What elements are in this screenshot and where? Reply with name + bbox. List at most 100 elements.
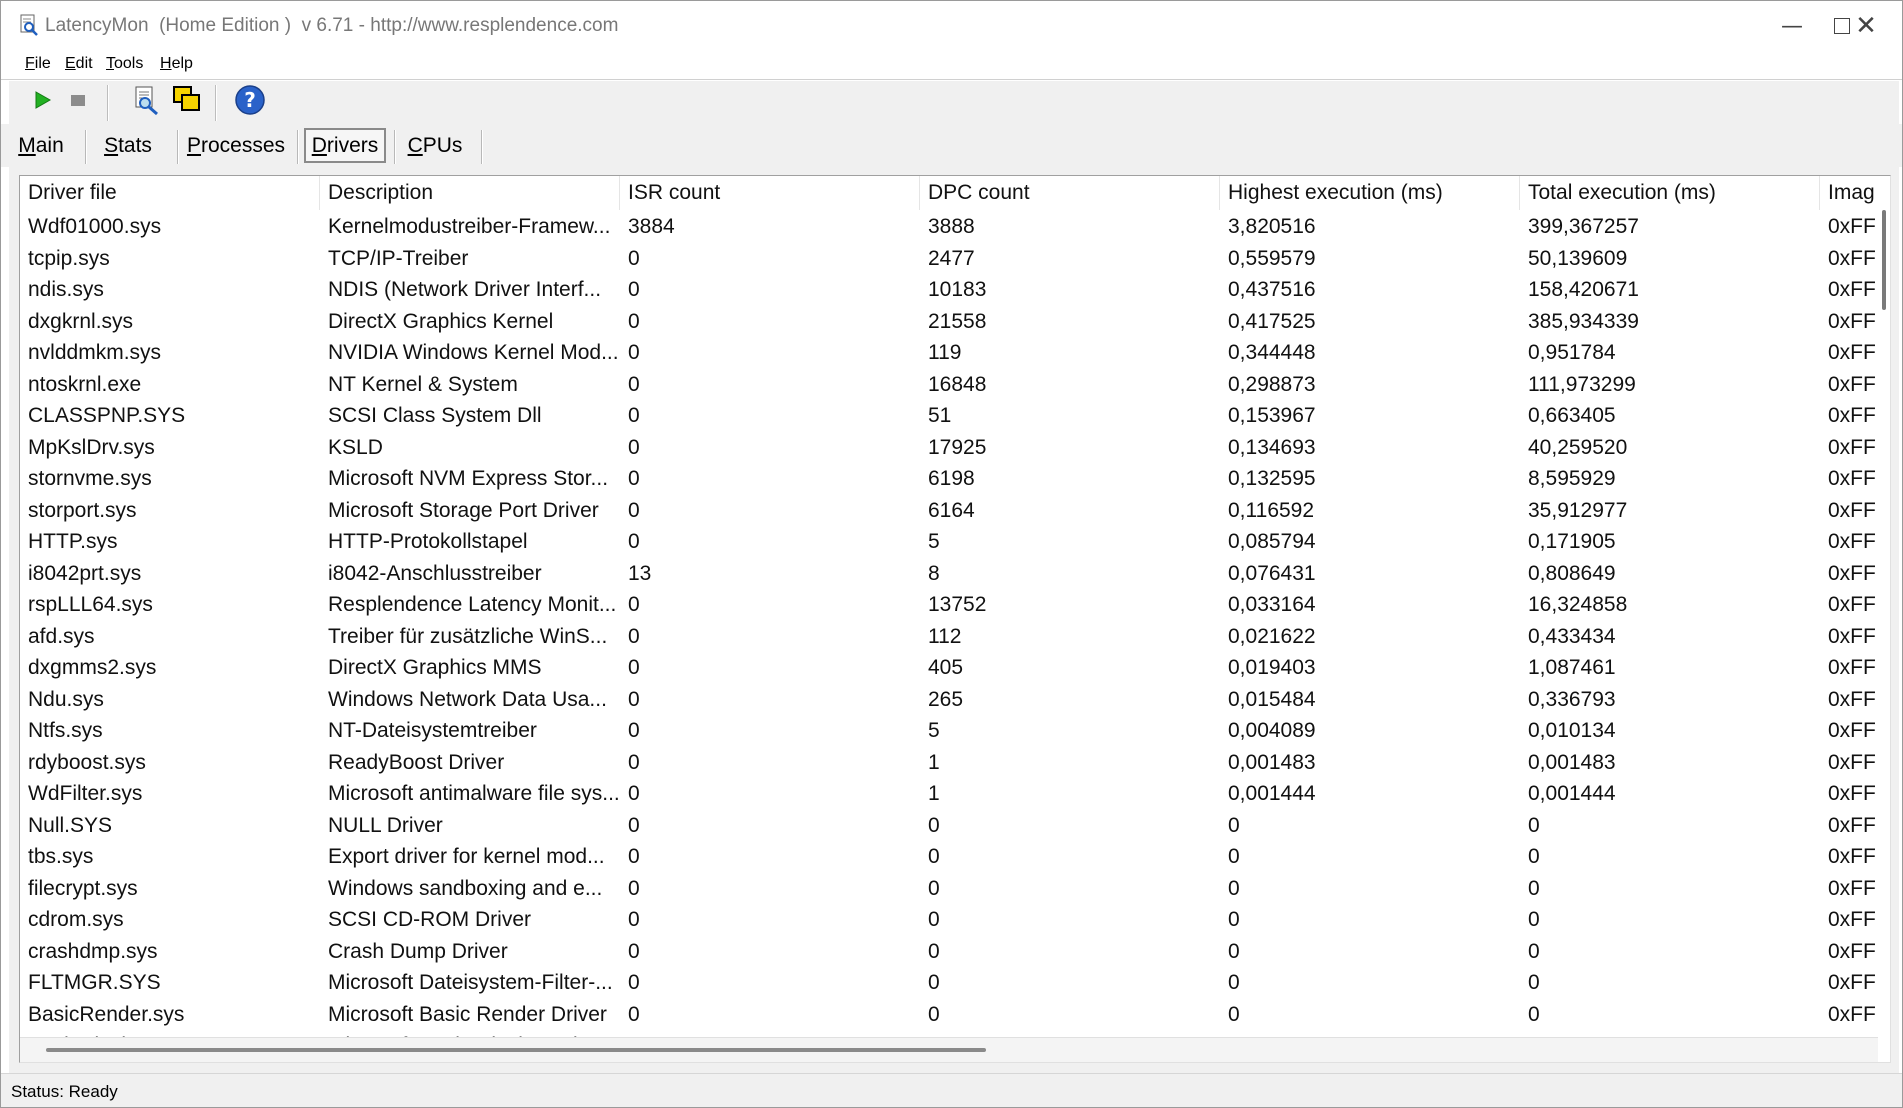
isr-count-cell: 0 xyxy=(628,372,640,396)
table-row[interactable]: stornvme.sys Microsoft NVM Express Stor..… xyxy=(20,463,1880,495)
isr-count-cell: 0 xyxy=(628,908,640,931)
isr-count-cell: 0 xyxy=(628,1002,640,1026)
help-button[interactable]: ? xyxy=(233,84,267,119)
horizontal-scrollbar[interactable] xyxy=(20,1037,1878,1062)
table-row[interactable]: FLTMGR.SYS Microsoft Dateisystem-Filter-.… xyxy=(20,967,1880,999)
image-base-cell: 0xFF xyxy=(1828,435,1876,459)
stop-button[interactable] xyxy=(61,85,95,119)
highest-execution-cell: 0,134693 xyxy=(1228,435,1316,459)
tab-drivers[interactable]: Drivers xyxy=(304,128,386,163)
table-row[interactable]: HTTP.sys HTTP-Protokollstapel 0 5 0,085794 0,… xyxy=(20,526,1880,558)
windows-button[interactable] xyxy=(170,85,204,119)
tab-separator xyxy=(297,130,298,164)
menu-file[interactable]: File xyxy=(25,55,51,73)
tab-separator xyxy=(394,130,395,164)
horizontal-scroll-thumb[interactable] xyxy=(46,1048,986,1052)
highest-execution-cell: 3,820516 xyxy=(1228,215,1316,238)
table-row[interactable]: BasicDisplay.sysMicrosoft Basic Display … xyxy=(20,1030,1880,1037)
table-row[interactable]: tcpip.sys TCP/IP-Treiber 0 2477 0,559579 50,1… xyxy=(20,243,1880,275)
tab-separator xyxy=(481,130,482,164)
highest-execution-cell: 0 xyxy=(1228,908,1240,931)
image-base-cell: 0xFF xyxy=(1828,372,1876,396)
table-row[interactable]: tbs.sys Export driver for kernel mod... 0 0… xyxy=(20,841,1880,873)
image-base-cell: 0xFF xyxy=(1828,498,1876,522)
driver-file-cell: afd.sys xyxy=(28,624,95,648)
column-header[interactable]: DPC count xyxy=(920,176,1220,210)
table-row[interactable]: filecrypt.sys Windows sandboxing and e...… xyxy=(20,873,1880,905)
tab-stats[interactable]: Stats xyxy=(93,128,163,163)
menu-edit[interactable]: Edit xyxy=(65,55,93,73)
menu-tools[interactable]: Tools xyxy=(106,55,143,73)
description-cell: ReadyBoost Driver xyxy=(328,750,505,774)
isr-count-cell: 0 xyxy=(628,278,640,301)
column-header[interactable]: Description xyxy=(320,176,620,210)
description-cell: SCSI Class System Dll xyxy=(328,404,542,427)
isr-count-cell: 0 xyxy=(628,782,640,805)
table-row[interactable]: CLASSPNP.SYS SCSI Class System Dll 0 51 0,15… xyxy=(20,400,1880,432)
column-header[interactable]: Total execution (ms) xyxy=(1520,176,1820,210)
table-row[interactable]: dxgkrnl.sys DirectX Graphics Kernel 0 21558… xyxy=(20,306,1880,338)
isr-count-cell: 0 xyxy=(628,246,640,270)
column-header[interactable]: Highest execution (ms) xyxy=(1220,176,1520,210)
table-row[interactable]: ntoskrnl.exe NT Kernel & System 0 16848 0,29… xyxy=(20,369,1880,401)
highest-execution-cell: 0,021622 xyxy=(1228,624,1316,648)
tab-separator xyxy=(177,130,178,164)
column-header[interactable]: ISR count xyxy=(620,176,920,210)
highest-execution-cell: 0,417525 xyxy=(1228,309,1316,333)
table-row[interactable]: WdFilter.sys Microsoft antimalware file s… xyxy=(20,778,1880,810)
menu-help[interactable]: Help xyxy=(160,55,193,73)
driver-file-cell: Wdf01000.sys xyxy=(28,215,162,238)
dpc-count-cell: 16848 xyxy=(928,372,987,396)
table-row[interactable]: dxgmms2.sys DirectX Graphics MMS 0 405 0,019… xyxy=(20,652,1880,684)
image-base-cell: 0xFF xyxy=(1828,876,1876,900)
driver-file-cell: dxgmms2.sys xyxy=(28,656,157,679)
windows-icon xyxy=(171,84,203,121)
table-row[interactable]: MpKslDrv.sys KSLD 0 17925 0,134693 40,259520 0… xyxy=(20,432,1880,464)
tab-processes[interactable]: Processes xyxy=(183,128,289,163)
table-header: Driver file Description ISR count DPC co… xyxy=(20,176,1880,210)
drivers-table[interactable]: Driver file Description ISR count DPC co… xyxy=(19,175,1891,1063)
highest-execution-cell: 0,116592 xyxy=(1228,498,1315,522)
table-row[interactable]: Null.SYS NULL Driver 0 0 0 0 0xFF xyxy=(20,810,1880,842)
table-row[interactable]: storport.sys Microsoft Storage Port Drive… xyxy=(20,495,1880,527)
vertical-scrollbar[interactable] xyxy=(1878,210,1890,1036)
table-row[interactable]: rdyboost.sys ReadyBoost Driver 0 1 0,001483 0… xyxy=(20,747,1880,779)
table-row[interactable]: i8042prt.sys i8042-Anschlusstreiber 13 8 0,0… xyxy=(20,558,1880,590)
table-row[interactable]: nvlddmkm.sys NVIDIA Windows Kernel Mod...… xyxy=(20,337,1880,369)
total-execution-cell: 158,420671 xyxy=(1528,278,1639,301)
column-header[interactable]: Driver file xyxy=(20,176,320,210)
image-base-cell: 0xFF xyxy=(1828,939,1876,963)
total-execution-cell: 0,433434 xyxy=(1528,624,1616,648)
table-row[interactable]: BasicRender.sys Microsoft Basic Render Dr… xyxy=(20,999,1880,1031)
tab-stats-label: tats xyxy=(118,133,152,157)
isr-count-cell: 0 xyxy=(628,971,640,994)
table-row[interactable]: crashdmp.sys Crash Dump Driver 0 0 0 0 0xFF xyxy=(20,936,1880,968)
table-row[interactable]: ndis.sys NDIS (Network Driver Interf... 0 1… xyxy=(20,274,1880,306)
description-cell: NT-Dateisystemtreiber xyxy=(328,719,537,742)
total-execution-cell: 0,336793 xyxy=(1528,687,1616,711)
table-row[interactable]: afd.sys Treiber für zusätzliche WinS... 0 1… xyxy=(20,621,1880,653)
dpc-count-cell: 0 xyxy=(928,939,940,963)
column-header[interactable]: Imag xyxy=(1820,176,1880,210)
image-base-cell: 0xFF xyxy=(1828,687,1876,711)
dpc-count-cell: 5 xyxy=(928,530,940,553)
start-button[interactable] xyxy=(25,85,59,119)
table-row[interactable]: Wdf01000.sys Kernelmodustreiber-Framew...… xyxy=(20,211,1880,243)
table-row[interactable]: Ndu.sys Windows Network Data Usa... 0 265 0,… xyxy=(20,684,1880,716)
table-row[interactable]: cdrom.sys SCSI CD-ROM Driver 0 0 0 0 0xFF xyxy=(20,904,1880,936)
table-row[interactable]: Ntfs.sys NT-Dateisystemtreiber 0 5 0,004089 0… xyxy=(20,715,1880,747)
tab-cpus[interactable]: C PUs xyxy=(401,128,469,163)
vertical-scroll-thumb[interactable] xyxy=(1882,210,1886,310)
isr-count-cell: 0 xyxy=(628,498,640,522)
description-cell: Treiber für zusätzliche WinS... xyxy=(328,624,608,648)
start-icon xyxy=(31,89,53,116)
dpc-count-cell: 0 xyxy=(928,813,940,837)
menu-tools-label: ools xyxy=(114,55,144,72)
table-row[interactable]: rspLLL64.sys Resplendence Latency Monit..… xyxy=(20,589,1880,621)
isr-count-cell: 0 xyxy=(628,719,640,742)
tab-main[interactable]: Main xyxy=(9,128,73,163)
driver-file-cell: crashdmp.sys xyxy=(28,939,158,963)
analyze-button[interactable] xyxy=(129,85,163,119)
driver-file-cell: cdrom.sys xyxy=(28,908,124,931)
close-button[interactable]: ✕ xyxy=(1831,1,1901,51)
